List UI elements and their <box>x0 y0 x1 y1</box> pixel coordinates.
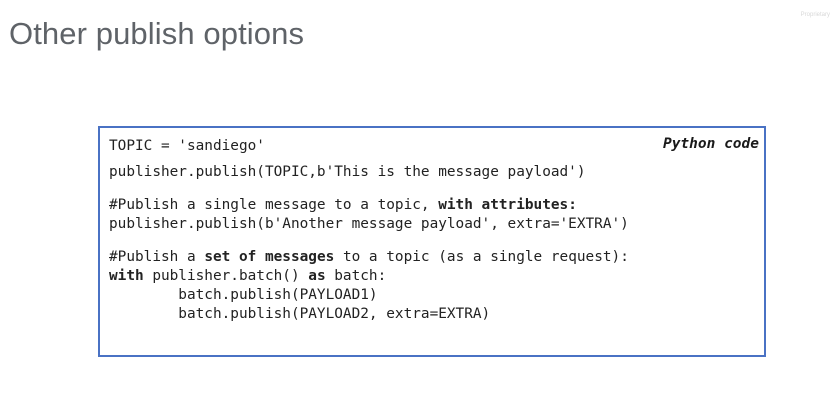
code-line: #Publish a set of messages to a topic (a… <box>109 248 629 267</box>
code-comment-bold: with attributes: <box>438 197 577 213</box>
code-comment: #Publish a single message to a topic, <box>109 197 439 213</box>
code-line: batch.publish(PAYLOAD1) <box>109 286 629 305</box>
code-text: batch: <box>325 268 387 284</box>
code-text: batch.publish(PAYLOAD1) <box>109 287 378 303</box>
code-comment: #Publish a <box>109 249 205 265</box>
code-line: with publisher.batch() as batch: <box>109 267 629 286</box>
code-text: publisher.publish(b'Another message payl… <box>109 216 629 232</box>
watermark: Proprietary <box>800 12 830 18</box>
code-text: publisher.batch() <box>143 268 309 284</box>
code-line: publisher.publish(b'Another message payl… <box>109 215 629 234</box>
code-line: #Publish a single message to a topic, wi… <box>109 196 629 215</box>
code-keyword: as <box>308 268 326 284</box>
code-text: TOPIC = 'sandiego' <box>109 138 265 154</box>
code-box: Python code TOPIC = 'sandiego' publisher… <box>98 126 766 357</box>
code-comment: to a topic (as a single request): <box>334 249 629 265</box>
code-comment-bold: set of messages <box>204 249 335 265</box>
code-text: publisher.publish(TOPIC,b'This is the me… <box>109 164 586 180</box>
code-line: TOPIC = 'sandiego' <box>109 137 629 156</box>
slide: Proprietary Other publish options Python… <box>0 0 838 418</box>
code-line: publisher.publish(TOPIC,b'This is the me… <box>109 163 629 182</box>
code-line: batch.publish(PAYLOAD2, extra=EXTRA) <box>109 305 629 324</box>
slide-title: Other publish options <box>9 16 305 51</box>
code-language-label: Python code <box>662 136 759 152</box>
code-block: TOPIC = 'sandiego' publisher.publish(TOP… <box>109 137 629 324</box>
code-keyword: with <box>109 268 144 284</box>
code-text: batch.publish(PAYLOAD2, extra=EXTRA) <box>109 306 491 322</box>
